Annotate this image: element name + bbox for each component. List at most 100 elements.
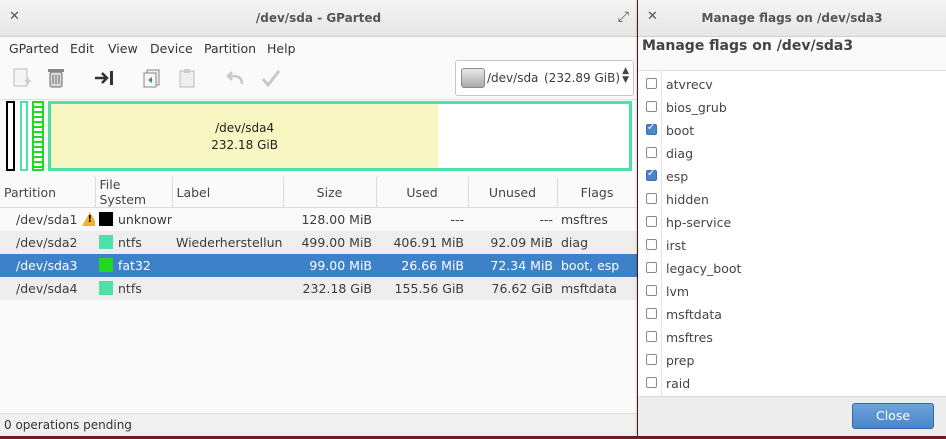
flag-item-bios_grub[interactable]: bios_grub [638,96,946,119]
row-label [172,208,283,232]
window-title: /dev/sda - GParted [255,11,382,25]
flag-checkbox[interactable] [646,193,657,204]
row-partition: /dev/sda1 [16,212,78,227]
flag-checkbox[interactable] [646,239,657,250]
flag-checkbox[interactable] [646,285,657,296]
diskmap-sda1[interactable] [6,101,15,171]
col-label[interactable]: Label [172,177,284,208]
new-icon[interactable] [8,65,34,91]
col-used[interactable]: Used [376,177,469,208]
row-partition: /dev/sda4 [0,277,95,300]
fs-color-swatch [99,212,113,226]
col-flags[interactable]: Flags [557,177,637,208]
resize-move-icon[interactable] [91,65,117,91]
flag-item-esp[interactable]: esp [638,165,946,188]
flag-checkbox[interactable] [646,101,657,112]
flag-checkbox[interactable] [646,147,657,158]
row-unused: 92.09 MiB [468,231,557,254]
row-used: 406.91 MiB [376,231,468,254]
dialog-footer: Close [638,396,946,436]
diskmap-partition: /dev/sda4 [215,121,275,135]
flag-item-atvrecv[interactable]: atvrecv [638,73,946,96]
flag-item-hidden[interactable]: hidden [638,188,946,211]
flag-label: prep [666,353,695,368]
menu-partition[interactable]: Partition [204,41,256,56]
table-row[interactable]: /dev/sda1 unknown 128.00 MiB --- --- msf… [0,208,637,232]
flag-checkbox[interactable] [646,308,657,319]
manage-flags-dialog: ✕ Manage flags on /dev/sda3 Manage flags… [638,0,946,436]
flag-label: irst [666,238,687,253]
menubar: GParted Edit View Device Partition Help [0,37,637,59]
row-flags: diag [557,231,637,254]
device-selector[interactable]: /dev/sda (232.89 GiB) ▲ ▼ [455,60,634,96]
col-unused[interactable]: Unused [468,177,558,208]
statusbar: 0 operations pending [0,413,637,436]
flag-item-msftdata[interactable]: msftdata [638,303,946,326]
flag-checkbox[interactable] [646,216,657,227]
row-size: 99.00 MiB [283,254,376,277]
flag-checkbox[interactable] [646,331,657,342]
harddisk-icon [461,68,485,88]
apply-icon[interactable] [258,65,284,91]
flag-item-boot[interactable]: boot [638,119,946,142]
flag-checkbox[interactable] [646,354,657,365]
flag-item-diag[interactable]: diag [638,142,946,165]
device-name: /dev/sda [487,71,539,85]
paste-icon[interactable] [174,65,200,91]
row-size: 232.18 GiB [283,277,376,300]
flag-checkbox[interactable] [646,377,657,388]
table-row[interactable]: /dev/sda4 ntfs 232.18 GiB 155.56 GiB 76.… [0,277,637,300]
main-titlebar[interactable]: ✕ /dev/sda - GParted ⤢ [0,0,637,37]
diskmap-sda3[interactable] [32,101,44,171]
diskmap-sda2[interactable] [20,101,28,171]
row-fs: ntfs [118,281,142,296]
maximize-icon[interactable]: ⤢ [618,9,629,25]
flag-checkbox[interactable] [646,78,657,89]
row-label: Wiederherstellung [172,231,283,254]
menu-help[interactable]: Help [267,41,296,56]
flag-label: raid [666,376,691,391]
flag-item-msftres[interactable]: msftres [638,326,946,349]
menu-edit[interactable]: Edit [70,41,94,56]
fs-color-swatch [99,258,113,272]
device-size: (232.89 GiB) [544,71,621,85]
row-size: 128.00 MiB [301,212,372,227]
menu-gparted[interactable]: GParted [9,41,59,56]
flag-checkbox[interactable] [646,168,657,181]
dialog-title: Manage flags on /dev/sda3 [701,11,883,25]
menu-view[interactable]: View [108,41,138,56]
flag-checkbox[interactable] [646,122,657,135]
copy-icon[interactable] [139,65,165,91]
col-filesystem[interactable]: File System [95,177,173,208]
row-partition: /dev/sda3 [0,254,95,277]
col-size[interactable]: Size [283,177,377,208]
flag-checkbox[interactable] [646,262,657,273]
flag-item-irst[interactable]: irst [638,234,946,257]
fs-color-swatch [99,235,113,249]
fs-color-swatch [99,281,113,295]
flag-label: diag [666,146,694,161]
menu-device[interactable]: Device [150,41,193,56]
table-row[interactable]: /dev/sda2 ntfs Wiederherstellung 499.00 … [0,231,637,254]
flag-label: atvrecv [666,77,713,92]
undo-icon[interactable] [222,65,248,91]
flag-item-hp-service[interactable]: hp-service [638,211,946,234]
dialog-titlebar[interactable]: ✕ Manage flags on /dev/sda3 [638,0,946,37]
flag-item-legacy_boot[interactable]: legacy_boot [638,257,946,280]
flag-item-raid[interactable]: raid [638,372,946,395]
flag-label: legacy_boot [666,261,742,276]
flag-list: atvrecv bios_grubboot diag esp hidden hp-serv… [638,70,946,397]
flag-label: boot [666,123,695,138]
row-partition: /dev/sda2 [0,231,95,254]
flag-item-prep[interactable]: prep [638,349,946,372]
diskmap-sda4[interactable]: /dev/sda4 232.18 GiB [48,101,632,171]
status-text: 0 operations pending [4,418,132,432]
delete-icon[interactable] [43,65,69,91]
table-header: Partition File System Label Size Used Un… [0,177,637,208]
row-size: 499.00 MiB [283,231,376,254]
col-partition[interactable]: Partition [0,177,96,208]
close-button[interactable]: Close [852,403,934,429]
flag-item-lvm[interactable]: lvm [638,280,946,303]
table-row-selected[interactable]: /dev/sda3 fat32 99.00 MiB 26.66 MiB 72.3… [0,254,637,277]
flag-label: msftres [666,330,713,345]
